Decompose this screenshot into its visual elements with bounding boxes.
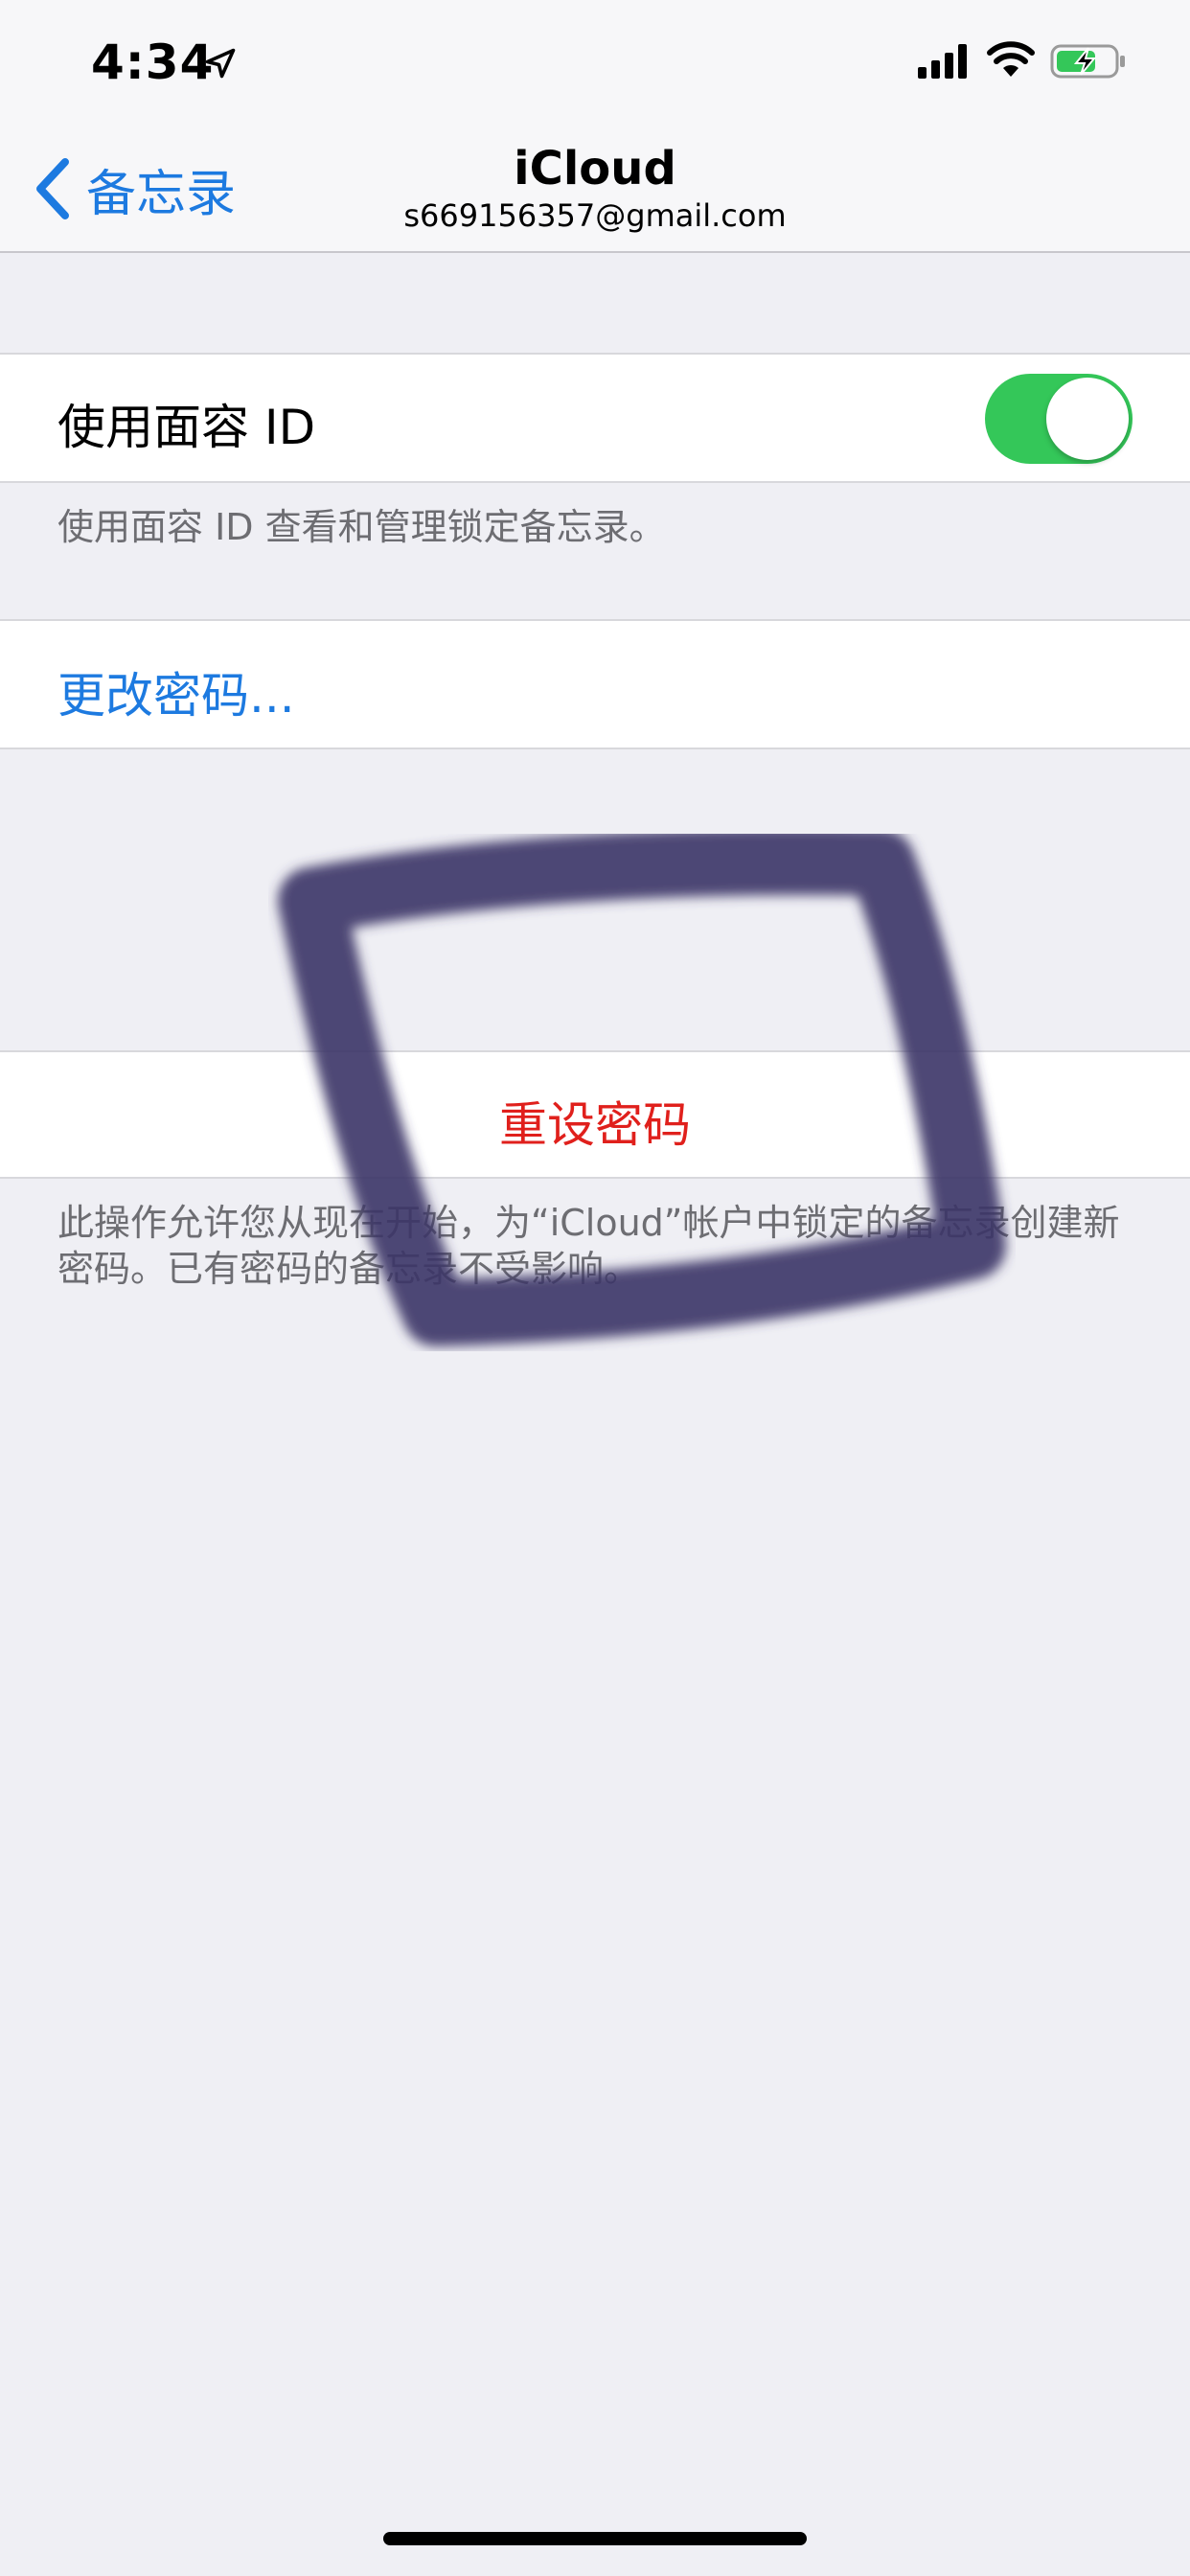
wifi-icon: [987, 41, 1035, 77]
status-bar: 4:34: [0, 0, 1190, 126]
face-id-cell: 使用面容 ID: [0, 353, 1190, 483]
home-indicator[interactable]: [383, 2532, 807, 2545]
navigation-bar: 备忘录 iCloud s669156357@gmail.com: [0, 126, 1190, 253]
face-id-footnote: 使用面容 ID 查看和管理锁定备忘录。: [57, 506, 666, 548]
reset-password-footnote: 此操作允许您从现在开始，为“iCloud”帐户中锁定的备忘录创建新密码。已有密码…: [57, 1202, 1120, 1290]
reset-password-button[interactable]: 重设密码: [0, 1087, 1190, 1156]
face-id-toggle[interactable]: [985, 374, 1133, 464]
settings-screen: 4:34 备忘录 iCloud s669156357@gmail.com 使用面…: [0, 0, 1190, 2576]
battery-charging-icon: [1050, 44, 1125, 79]
location-arrow-icon: [205, 48, 236, 79]
page-subtitle: s669156357@gmail.com: [403, 197, 787, 234]
change-password-cell[interactable]: 更改密码...: [0, 619, 1190, 749]
reset-password-cell[interactable]: 重设密码: [0, 1050, 1190, 1179]
cellular-signal-icon: [918, 44, 967, 79]
toggle-knob: [1046, 378, 1129, 460]
change-password-button[interactable]: 更改密码...: [57, 657, 295, 726]
status-time: 4:34: [91, 34, 215, 90]
page-title: iCloud: [514, 142, 676, 196]
face-id-label: 使用面容 ID: [57, 400, 316, 455]
